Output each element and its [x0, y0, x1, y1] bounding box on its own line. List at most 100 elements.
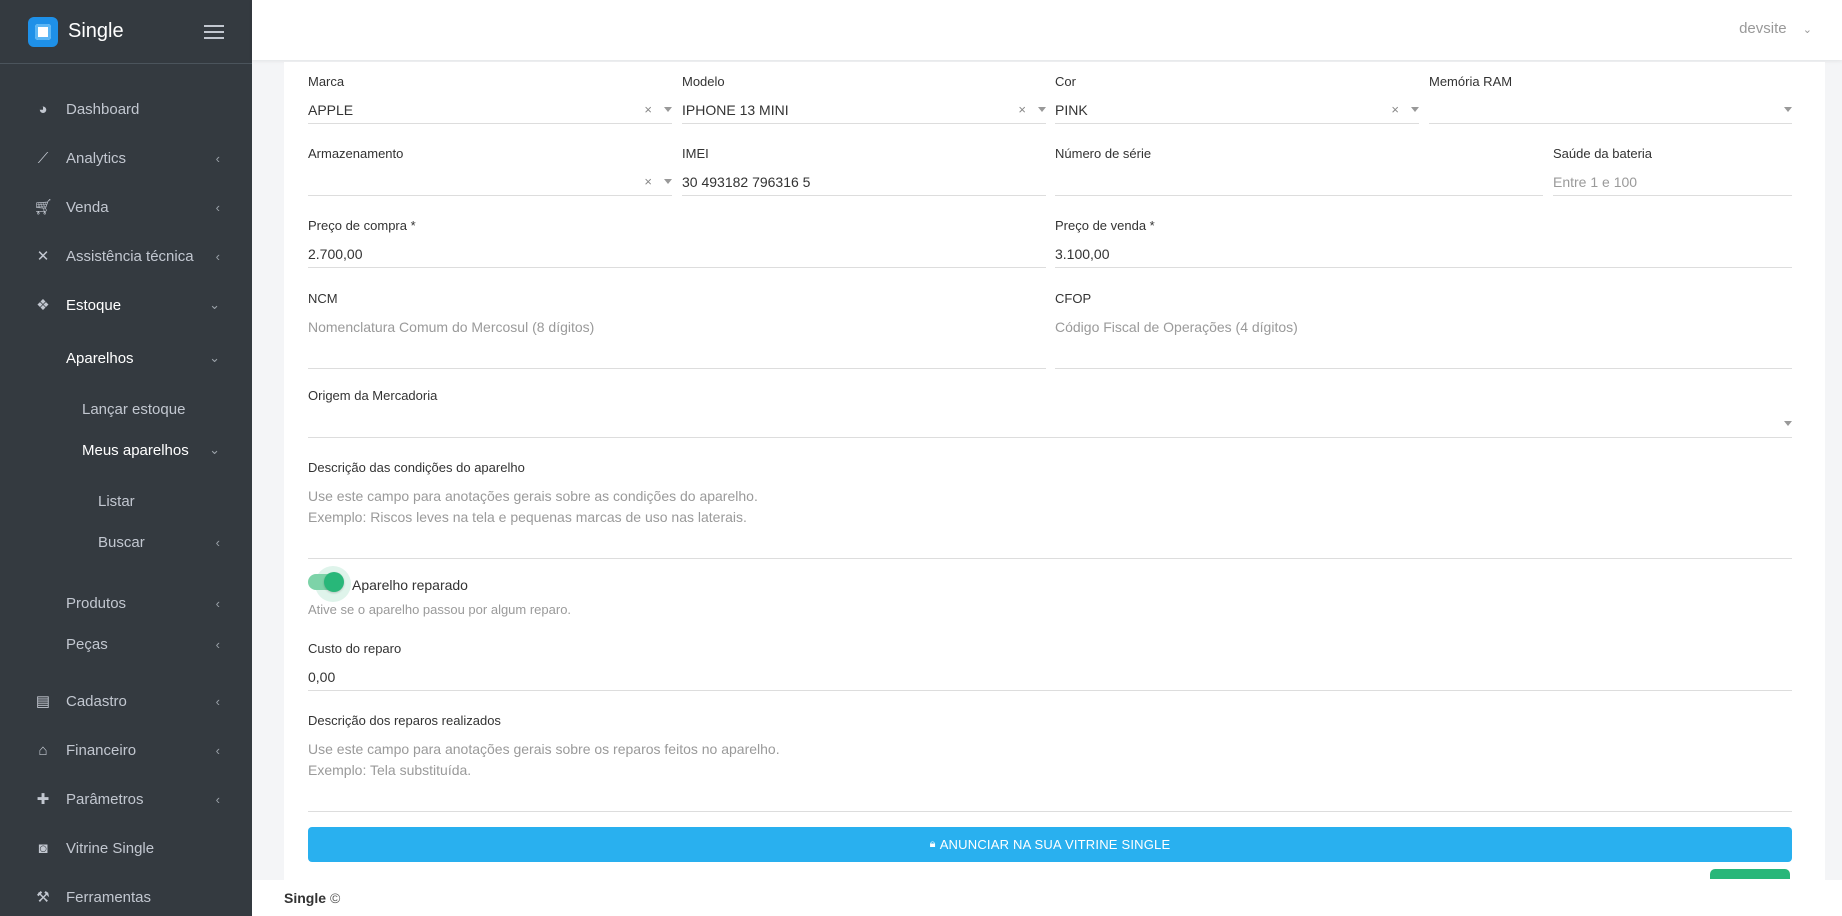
custo-reparo-field: Custo do reparo 0,00 — [308, 641, 1792, 691]
puzzle-icon: ✚ — [36, 791, 50, 808]
footer-copyright: © — [330, 890, 341, 906]
sidebar-item-aparelhos[interactable]: Aparelhos ⌄ — [0, 336, 252, 380]
cart-icon: 🛒︎ — [33, 199, 53, 216]
chevron-left-icon: ‹ — [215, 248, 220, 264]
cor-select[interactable]: PINK × — [1055, 96, 1419, 124]
field-label: Memória RAM — [1429, 74, 1513, 89]
sidebar-item-label: Produtos — [66, 594, 127, 612]
clear-icon[interactable]: × — [1018, 102, 1026, 117]
field-label: Cor — [1055, 74, 1076, 89]
cta-label: ANUNCIAR NA SUA VITRINE SINGLE — [939, 837, 1171, 852]
id-card-icon: ▤ — [35, 693, 51, 710]
bateria-input[interactable]: Entre 1 e 100 — [1553, 168, 1792, 196]
tools-icon: ✕ — [36, 248, 50, 265]
field-label: Origem da Mercadoria — [308, 388, 438, 403]
sidebar-item-label: Meus aparelhos — [82, 441, 189, 459]
sidebar-item-venda[interactable]: 🛒︎ Venda ‹ — [0, 185, 252, 229]
sidebar-item-lancar-estoque[interactable]: Lançar estoque — [0, 387, 252, 431]
sidebar-item-buscar[interactable]: Buscar ‹ — [0, 520, 252, 564]
dropdown-arrow-icon — [664, 179, 672, 184]
chevron-left-icon: ‹ — [215, 199, 220, 215]
toggle-knob — [324, 572, 344, 592]
modelo-select[interactable]: IPHONE 13 MINI × — [682, 96, 1046, 124]
sidebar-item-label: Estoque — [66, 296, 122, 314]
field-label: Preço de venda * — [1055, 218, 1155, 233]
menu-toggle-icon[interactable] — [204, 24, 224, 39]
sidebar-item-analytics[interactable]: ⟋ Analytics ‹ — [0, 136, 252, 180]
chevron-down-icon: ⌄ — [209, 350, 220, 365]
field-label: Marca — [308, 74, 345, 89]
brand: Single — [0, 0, 252, 64]
memoria-select[interactable] — [1429, 96, 1792, 124]
sidebar-item-label: Buscar — [98, 533, 145, 551]
sidebar-item-label: Lançar estoque — [82, 400, 186, 418]
sidebar-item-estoque[interactable]: ❖ Estoque ⌄ — [0, 283, 252, 327]
chevron-left-icon: ‹ — [215, 791, 220, 807]
field-label: Armazenamento — [308, 146, 404, 161]
memoria-field: Memória RAM — [1429, 74, 1792, 124]
chevron-left-icon: ‹ — [215, 595, 220, 611]
marca-select[interactable]: APPLE × — [308, 96, 672, 124]
sidebar-item-pecas[interactable]: Peças ‹ — [0, 622, 252, 666]
cfop-input[interactable]: Código Fiscal de Operações (4 dígitos) — [1055, 313, 1792, 369]
field-label: Preço de compra * — [308, 218, 416, 233]
sidebar-item-meus-aparelhos[interactable]: Meus aparelhos ⌄ — [0, 428, 252, 472]
footer: Single © — [252, 880, 1842, 916]
sidebar-item-label: Parâmetros — [66, 790, 144, 808]
cubes-icon: ❖ — [36, 297, 50, 314]
field-label: Descrição das condições do aparelho — [308, 460, 525, 475]
ncm-field: NCM Nomenclatura Comum do Mercosul (8 dí… — [308, 291, 1046, 369]
cfop-field: CFOP Código Fiscal de Operações (4 dígit… — [1055, 291, 1792, 369]
dropdown-arrow-icon — [1038, 107, 1046, 112]
sidebar-item-label: Cadastro — [66, 692, 127, 710]
ncm-input[interactable]: Nomenclatura Comum do Mercosul (8 dígito… — [308, 313, 1046, 369]
bag-icon: ◙ — [38, 839, 48, 857]
clear-icon[interactable]: × — [644, 102, 652, 117]
sidebar-item-label: Vitrine Single — [66, 839, 155, 857]
cor-field: Cor PINK × — [1055, 74, 1419, 124]
sidebar-item-label: Aparelhos — [66, 349, 134, 367]
sidebar-item-dashboard[interactable]: ◕ Dashboard — [0, 87, 252, 131]
descricao-field: Descrição das condições do aparelho Use … — [308, 460, 1792, 559]
chevron-left-icon: ‹ — [215, 636, 220, 652]
armazenamento-select[interactable]: × — [308, 168, 672, 196]
custo-reparo-input[interactable]: 0,00 — [308, 663, 1792, 691]
dropdown-arrow-icon — [1784, 421, 1792, 426]
reparos-textarea[interactable]: Use este campo para anotações gerais sob… — [308, 735, 1792, 812]
save-button-partial[interactable] — [1710, 869, 1790, 879]
armazenamento-field: Armazenamento × — [308, 146, 672, 196]
reparado-toggle[interactable] — [308, 572, 344, 592]
anunciar-vitrine-button[interactable]: 🔒︎ ANUNCIAR NA SUA VITRINE SINGLE — [308, 827, 1792, 862]
chart-line-icon: ⟋ — [37, 149, 49, 167]
sidebar-item-label: Assistência técnica — [66, 247, 194, 265]
sidebar-item-produtos[interactable]: Produtos ‹ — [0, 581, 252, 625]
sidebar-item-parametros[interactable]: ✚ Parâmetros ‹ — [0, 777, 252, 821]
lock-icon: 🔒︎ — [929, 838, 936, 850]
clear-icon[interactable]: × — [644, 174, 652, 189]
preco-venda-input[interactable]: 3.100,00 — [1055, 240, 1792, 268]
sidebar-item-ferramentas[interactable]: ⚒ Ferramentas — [0, 875, 252, 916]
descricao-textarea[interactable]: Use este campo para anotações gerais sob… — [308, 482, 1792, 559]
sidebar-item-label: Dashboard — [66, 100, 140, 118]
user-menu[interactable]: devsite ⌄ — [1739, 20, 1812, 37]
field-label: CFOP — [1055, 291, 1092, 306]
clear-icon[interactable]: × — [1391, 102, 1399, 117]
field-label: Número de série — [1055, 146, 1152, 161]
sidebar: Single ◕ Dashboard ⟋ Analytics ‹ 🛒︎ Vend… — [0, 0, 252, 916]
sidebar-item-listar[interactable]: Listar — [0, 479, 252, 523]
serie-input[interactable] — [1055, 168, 1543, 196]
reparos-field: Descrição dos reparos realizados Use est… — [308, 713, 1792, 812]
field-label: IMEI — [682, 146, 709, 161]
sidebar-item-financeiro[interactable]: ⌂ Financeiro ‹ — [0, 728, 252, 772]
sidebar-item-label: Peças — [66, 635, 108, 653]
chevron-left-icon: ‹ — [215, 693, 220, 709]
dashboard-icon: ◕ — [38, 100, 48, 118]
imei-input[interactable]: 30 493182 796316 5 — [682, 168, 1046, 196]
preco-compra-input[interactable]: 2.700,00 — [308, 240, 1046, 268]
origem-select[interactable] — [308, 410, 1792, 438]
chevron-left-icon: ‹ — [215, 534, 220, 550]
reparado-help: Ative se o aparelho passou por algum rep… — [308, 602, 572, 617]
sidebar-item-cadastro[interactable]: ▤ Cadastro ‹ — [0, 679, 252, 723]
sidebar-item-assistencia[interactable]: ✕ Assistência técnica ‹ — [0, 234, 252, 278]
sidebar-item-vitrine[interactable]: ◙ Vitrine Single — [0, 826, 252, 870]
